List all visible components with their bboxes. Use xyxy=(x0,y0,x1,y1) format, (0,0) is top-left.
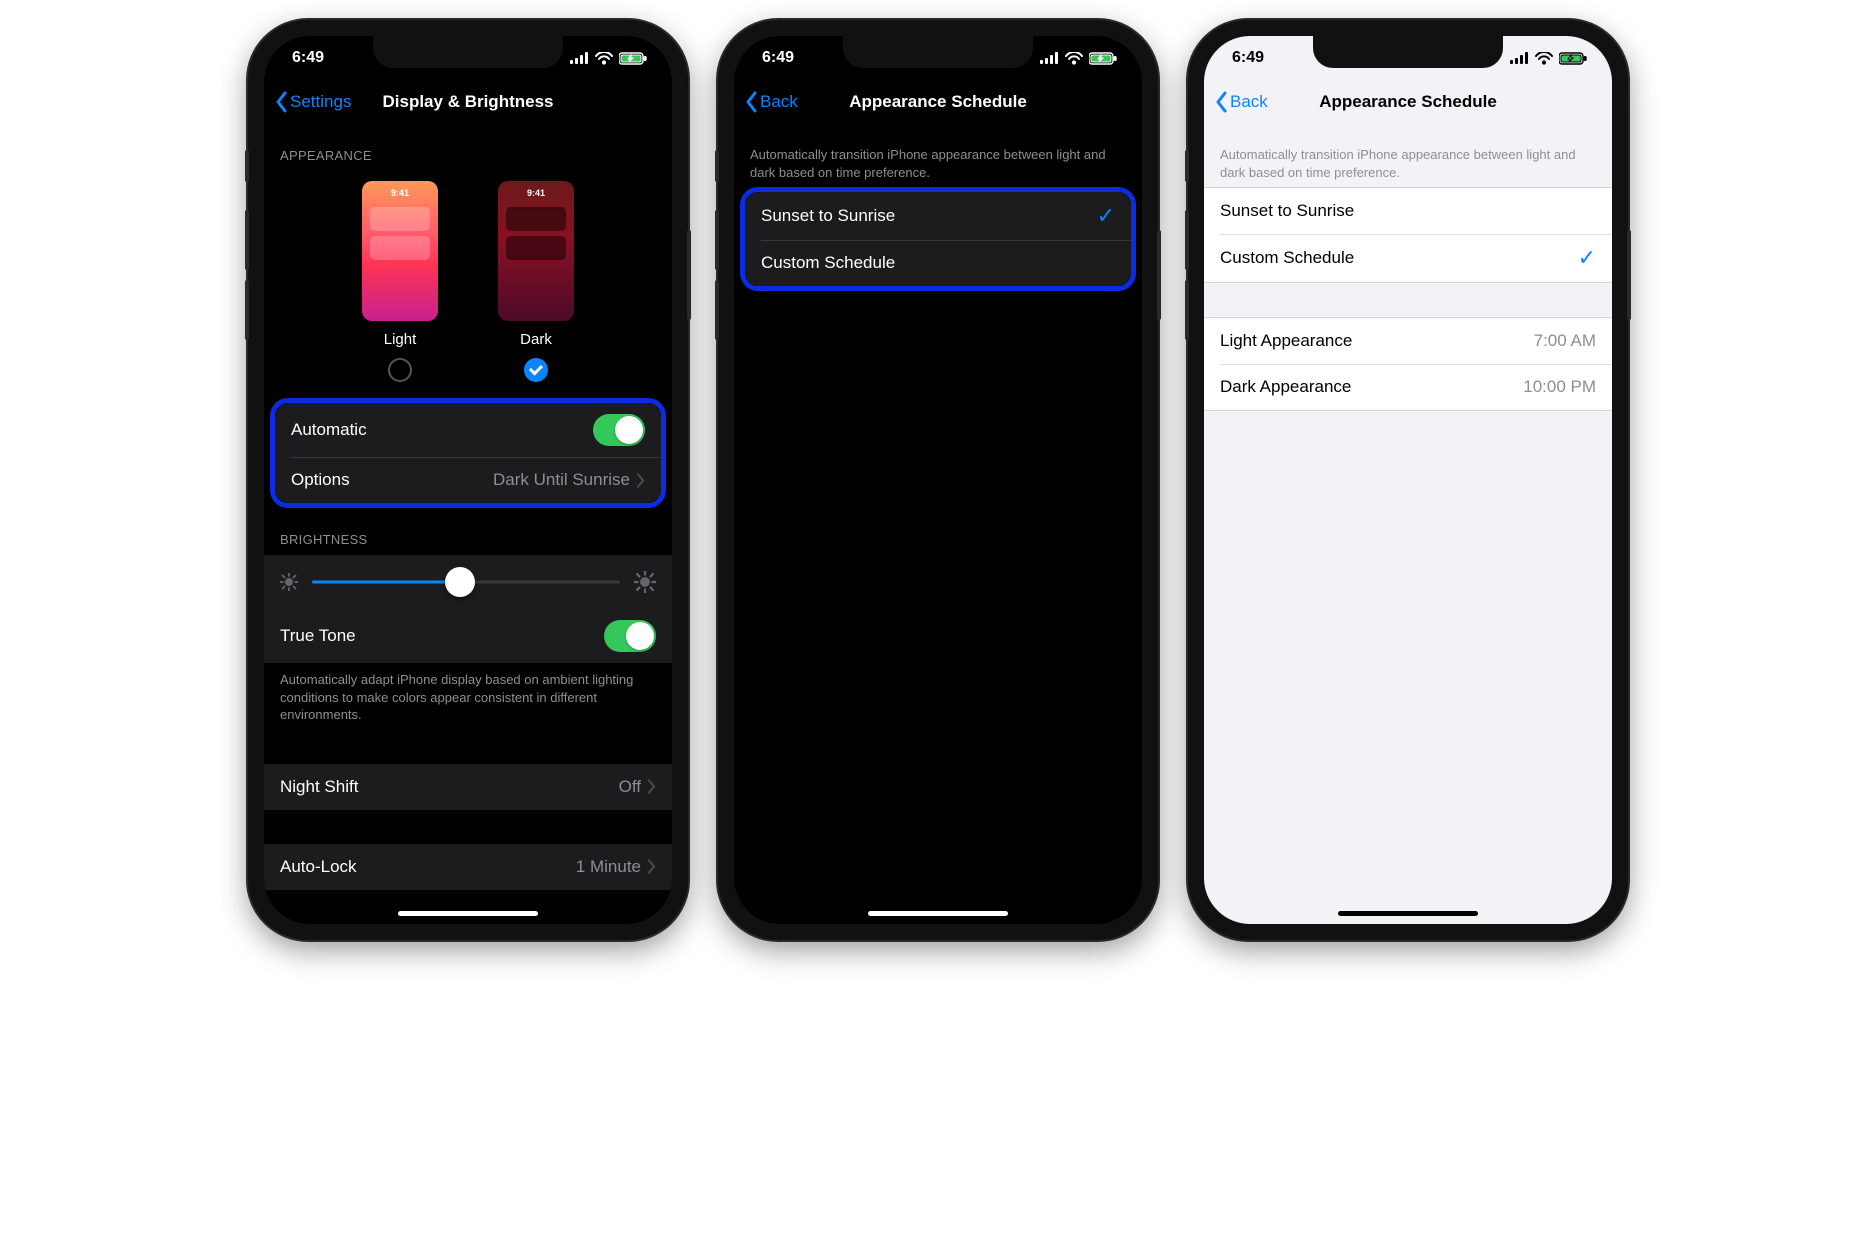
cellular-icon xyxy=(570,52,589,64)
automatic-group-highlight: Automatic Options Dark Until Sunrise xyxy=(270,398,666,508)
light-appearance-time: 7:00 AM xyxy=(1534,331,1596,351)
light-radio[interactable] xyxy=(388,358,412,382)
battery-icon xyxy=(1559,52,1588,65)
schedule-options-highlight: Sunset to Sunrise ✓ Custom Schedule xyxy=(740,187,1136,291)
truetone-label: True Tone xyxy=(280,626,356,646)
options-value: Dark Until Sunrise xyxy=(493,470,630,490)
status-icons xyxy=(1040,52,1118,65)
custom-times: Light Appearance 7:00 AM Dark Appearance… xyxy=(1204,317,1612,411)
custom-label: Custom Schedule xyxy=(1220,248,1354,268)
cellular-icon xyxy=(1040,52,1059,64)
dark-appearance-label: Dark Appearance xyxy=(1220,377,1351,397)
dark-thumbnail: 9:41 xyxy=(498,181,574,321)
back-button[interactable]: Back xyxy=(1214,91,1268,113)
nightshift-value: Off xyxy=(619,777,641,797)
nav-bar: Back Appearance Schedule xyxy=(734,80,1142,124)
battery-icon xyxy=(1089,52,1118,65)
sun-max-icon xyxy=(634,571,656,593)
option-custom-schedule[interactable]: Custom Schedule xyxy=(745,240,1131,286)
option-sunset-sunrise[interactable]: Sunset to Sunrise ✓ xyxy=(745,192,1131,240)
autolock-label: Auto-Lock xyxy=(280,857,357,877)
back-button[interactable]: Settings xyxy=(274,91,351,113)
schedule-intro: Automatically transition iPhone appearan… xyxy=(734,124,1142,187)
truetone-footer: Automatically adapt iPhone display based… xyxy=(264,663,672,730)
chevron-left-icon xyxy=(1214,91,1228,113)
back-label: Back xyxy=(1230,92,1268,112)
appearance-option-light[interactable]: 9:41 Light xyxy=(362,181,438,382)
home-indicator[interactable] xyxy=(868,911,1008,916)
status-icons xyxy=(1510,52,1588,65)
back-label: Settings xyxy=(290,92,351,112)
status-time: 6:49 xyxy=(292,49,324,67)
sun-min-icon xyxy=(280,573,298,591)
chevron-right-icon xyxy=(647,859,656,874)
wifi-icon xyxy=(1065,52,1083,65)
truetone-row[interactable]: True Tone xyxy=(264,609,672,663)
dark-label: Dark xyxy=(520,331,552,348)
automatic-label: Automatic xyxy=(291,420,367,440)
option-sunset-sunrise[interactable]: Sunset to Sunrise xyxy=(1204,188,1612,234)
dark-radio[interactable] xyxy=(524,358,548,382)
sunset-label: Sunset to Sunrise xyxy=(761,206,895,226)
light-appearance-label: Light Appearance xyxy=(1220,331,1352,351)
custom-label: Custom Schedule xyxy=(761,253,895,273)
light-appearance-row[interactable]: Light Appearance 7:00 AM xyxy=(1204,318,1612,364)
brightness-header: Brightness xyxy=(264,508,672,555)
check-icon: ✓ xyxy=(1578,245,1596,271)
sunset-label: Sunset to Sunrise xyxy=(1220,201,1354,221)
chevron-right-icon xyxy=(636,473,645,488)
home-indicator[interactable] xyxy=(1338,911,1478,916)
chevron-left-icon xyxy=(274,91,288,113)
automatic-toggle[interactable] xyxy=(593,414,645,446)
schedule-intro: Automatically transition iPhone appearan… xyxy=(1204,124,1612,187)
light-label: Light xyxy=(384,331,417,348)
dark-appearance-time: 10:00 PM xyxy=(1523,377,1596,397)
truetone-toggle[interactable] xyxy=(604,620,656,652)
status-time: 6:49 xyxy=(1232,49,1264,67)
back-button[interactable]: Back xyxy=(744,91,798,113)
brightness-slider-row xyxy=(264,555,672,609)
phone-display-brightness: 6:49 Settings Display & Brightness Appea… xyxy=(248,20,688,940)
autolock-value: 1 Minute xyxy=(576,857,641,877)
chevron-left-icon xyxy=(744,91,758,113)
automatic-row[interactable]: Automatic xyxy=(275,403,661,457)
appearance-picker: 9:41 Light 9:41 Dark xyxy=(264,171,672,398)
dark-appearance-row[interactable]: Dark Appearance 10:00 PM xyxy=(1204,364,1612,410)
wifi-icon xyxy=(1535,52,1553,65)
nightshift-row[interactable]: Night Shift Off xyxy=(264,764,672,810)
options-label: Options xyxy=(291,470,350,490)
nav-bar: Settings Display & Brightness xyxy=(264,80,672,124)
appearance-option-dark[interactable]: 9:41 Dark xyxy=(498,181,574,382)
status-time: 6:49 xyxy=(762,49,794,67)
nightshift-label: Night Shift xyxy=(280,777,358,797)
option-custom-schedule[interactable]: Custom Schedule ✓ xyxy=(1204,234,1612,282)
phone-appearance-schedule-light: 6:49 Back Appearance Schedule Automatica… xyxy=(1188,20,1628,940)
cellular-icon xyxy=(1510,52,1529,64)
nav-bar: Back Appearance Schedule xyxy=(1204,80,1612,124)
chevron-right-icon xyxy=(647,779,656,794)
autolock-row[interactable]: Auto-Lock 1 Minute xyxy=(264,844,672,890)
check-icon: ✓ xyxy=(1097,203,1115,229)
back-label: Back xyxy=(760,92,798,112)
battery-icon xyxy=(619,52,648,65)
light-thumbnail: 9:41 xyxy=(362,181,438,321)
status-icons xyxy=(570,52,648,65)
home-indicator[interactable] xyxy=(398,911,538,916)
appearance-header: Appearance xyxy=(264,124,672,171)
brightness-slider[interactable] xyxy=(312,572,620,592)
wifi-icon xyxy=(595,52,613,65)
options-row[interactable]: Options Dark Until Sunrise xyxy=(275,457,661,503)
schedule-options: Sunset to Sunrise Custom Schedule ✓ xyxy=(1204,187,1612,283)
phone-appearance-schedule-dark: 6:49 Back Appearance Schedule Automatica… xyxy=(718,20,1158,940)
